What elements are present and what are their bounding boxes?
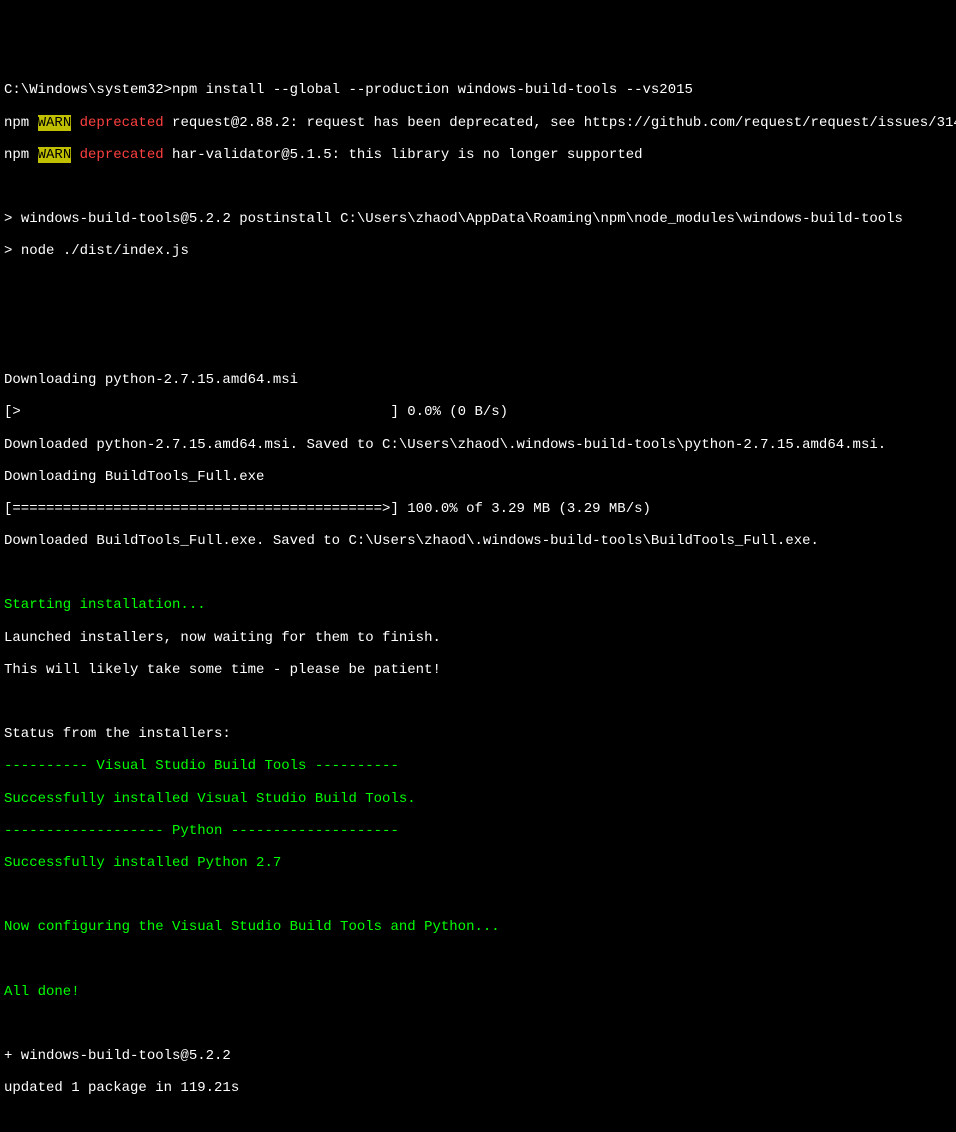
terminal-output[interactable]: C:\Windows\system32>npm install --global… xyxy=(4,66,952,1132)
deprecated-label: deprecated xyxy=(71,115,163,131)
prompt-path: C:\Windows\system32> xyxy=(4,82,172,98)
command-text: npm install --global --production window… xyxy=(172,82,693,98)
configuring-text: Now configuring the Visual Studio Build … xyxy=(4,919,952,935)
package-line: + windows-build-tools@5.2.2 xyxy=(4,1048,952,1064)
warn-label: WARN xyxy=(38,115,72,131)
warn-message: request@2.88.2: request has been depreca… xyxy=(164,115,956,131)
all-done: All done! xyxy=(4,984,952,1000)
arrow: > xyxy=(4,243,21,259)
launched-text: Launched installers, now waiting for the… xyxy=(4,630,952,646)
warn-message: har-validator@5.1.5: this library is no … xyxy=(164,147,643,163)
progress-bar: [> ] 0.0% (0 B/s) xyxy=(4,404,952,420)
download-line: Downloading BuildTools_Full.exe xyxy=(4,469,952,485)
download-done: Downloaded BuildTools_Full.exe. Saved to… xyxy=(4,533,952,549)
npm-prefix: npm xyxy=(4,147,38,163)
updated-line: updated 1 package in 119.21s xyxy=(4,1080,952,1096)
python-success: Successfully installed Python 2.7 xyxy=(4,855,952,871)
python-header: ------------------- Python -------------… xyxy=(4,823,952,839)
arrow: > xyxy=(4,211,21,227)
download-line: Downloading python-2.7.15.amd64.msi xyxy=(4,372,952,388)
postinstall-text: windows-build-tools@5.2.2 postinstall C:… xyxy=(21,211,903,227)
vs-header: ---------- Visual Studio Build Tools ---… xyxy=(4,758,952,774)
vs-success: Successfully installed Visual Studio Bui… xyxy=(4,791,952,807)
node-command: node ./dist/index.js xyxy=(21,243,189,259)
warn-label: WARN xyxy=(38,147,72,163)
npm-prefix: npm xyxy=(4,115,38,131)
status-header: Status from the installers: xyxy=(4,726,952,742)
deprecated-label: deprecated xyxy=(71,147,163,163)
starting-installation: Starting installation... xyxy=(4,597,952,613)
download-done: Downloaded python-2.7.15.amd64.msi. Save… xyxy=(4,437,952,453)
patience-text: This will likely take some time - please… xyxy=(4,662,952,678)
progress-bar: [=======================================… xyxy=(4,501,952,517)
